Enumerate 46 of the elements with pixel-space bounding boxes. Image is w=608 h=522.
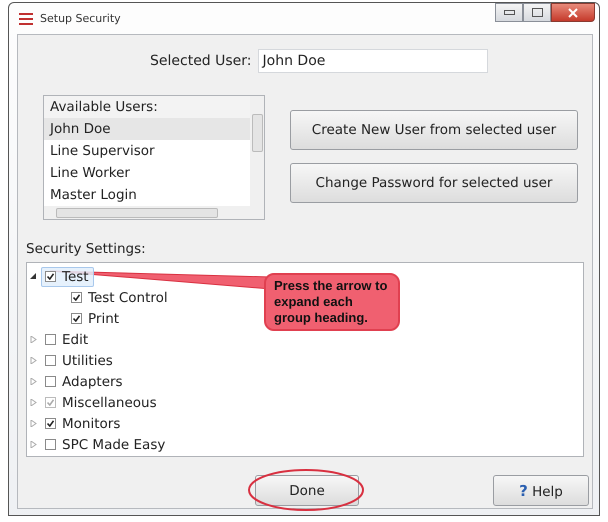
tree-node[interactable]: Edit [41,330,94,350]
expand-arrow-icon[interactable] [30,357,37,364]
callout-note: Press the arrow to expand each group heading. [264,273,400,331]
user-list-item[interactable]: Line Worker [44,162,250,184]
checkbox[interactable] [45,439,56,450]
tree-node[interactable]: Monitors [41,414,126,434]
tree-node[interactable]: Test Control [67,288,173,308]
tree-node[interactable]: Adapters [41,372,128,392]
collapse-arrow-icon[interactable] [30,273,37,280]
action-button[interactable]: Create New User from selected user [290,110,578,150]
selected-user-label: Selected User: [150,53,252,69]
expand-arrow-icon[interactable] [30,420,37,427]
selected-user-field[interactable]: John Doe [258,49,488,73]
checkbox[interactable] [45,355,56,366]
checkbox[interactable] [45,334,56,345]
horizontal-scrollbar[interactable] [44,206,264,219]
expand-arrow-icon[interactable] [30,441,37,448]
checkbox[interactable] [71,292,82,303]
help-button[interactable]: ? Help [493,475,589,506]
maximize-button[interactable] [523,3,551,22]
checkbox[interactable] [45,271,56,282]
tree-node[interactable]: Print [67,308,124,328]
security-settings-label: Security Settings: [26,241,147,257]
checkbox[interactable] [45,376,56,387]
expand-arrow-icon[interactable] [30,378,37,385]
vertical-scrollbar[interactable] [250,96,264,206]
tree-node[interactable]: SPC Made Easy [41,434,170,454]
checkbox[interactable] [71,313,82,324]
action-button[interactable]: Change Password for selected user [290,163,578,203]
tree-node[interactable]: Miscellaneous [41,392,162,412]
user-list-item[interactable]: Line Supervisor [44,140,250,162]
close-icon [568,8,578,18]
checkbox[interactable] [45,418,56,429]
done-button[interactable]: Done [255,475,359,506]
checkbox[interactable] [45,397,56,408]
app-icon [19,12,33,24]
window-title: Setup Security [40,12,121,25]
list-header: Available Users: [44,96,250,118]
tree-node[interactable]: Test [41,266,94,286]
minimize-button[interactable] [495,3,523,22]
expand-arrow-icon[interactable] [30,336,37,343]
user-list-item[interactable]: John Doe [44,118,250,140]
tree-node[interactable]: Utilities [41,350,118,370]
user-list-item[interactable]: Master Login [44,184,250,206]
expand-arrow-icon[interactable] [30,399,37,406]
close-button[interactable] [551,3,595,22]
